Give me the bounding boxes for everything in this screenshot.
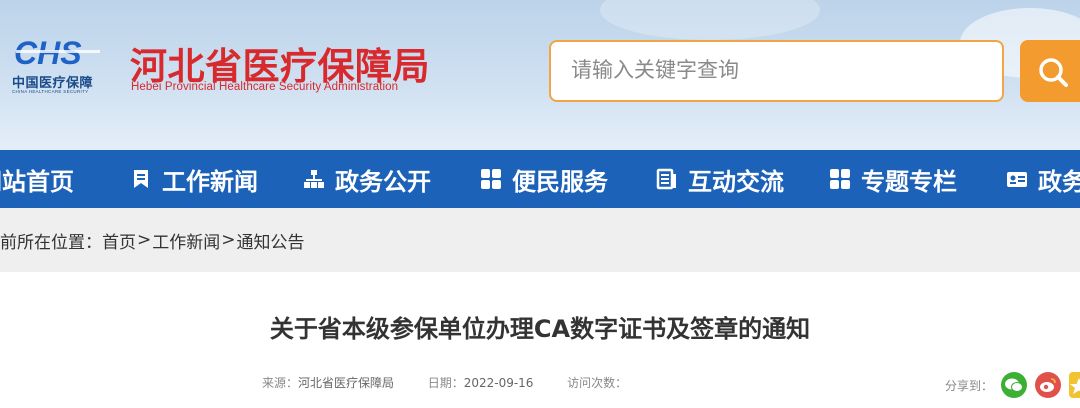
share-bar: 分享到： xyxy=(945,372,1080,398)
id-card-icon xyxy=(1007,172,1027,187)
source-label: 来源： xyxy=(262,376,299,390)
search-icon xyxy=(1039,58,1068,87)
breadcrumb-bar: 前所在位置： 首页 > 工作新闻 > 通知公告 xyxy=(0,208,1080,272)
nav-item-home[interactable]: 网站首页 xyxy=(0,150,74,208)
date-value: 2022-09-16 xyxy=(463,376,534,390)
search-input[interactable] xyxy=(569,58,1002,84)
nav-item-work-news[interactable]: 工作新闻 xyxy=(130,150,258,208)
breadcrumb-link-work-news[interactable]: 工作新闻 xyxy=(152,228,220,253)
nav-item-label: 工作新闻 xyxy=(162,167,258,196)
chs-logo[interactable]: CHS 中国医疗保障 CHINA HEALTHCARE SECURITY xyxy=(12,36,122,98)
main-nav: 网站首页 工作新闻 政务公开 便民服务 xyxy=(0,150,1080,208)
nav-item-services[interactable]: 便民服务 xyxy=(480,150,608,208)
nav-item-label: 互动交流 xyxy=(688,167,784,196)
qzone-share-icon[interactable] xyxy=(1069,372,1080,398)
nav-item-label: 网站首页 xyxy=(0,167,74,196)
org-chart-icon xyxy=(304,170,324,188)
nav-item-interaction[interactable]: 互动交流 xyxy=(656,150,784,208)
search-button[interactable] xyxy=(1020,40,1080,102)
source-value: 河北省医疗保障局 xyxy=(298,376,395,390)
breadcrumb: 前所在位置： 首页 > 工作新闻 > 通知公告 xyxy=(0,208,305,272)
nav-item-label: 专题专栏 xyxy=(861,167,957,196)
document-icon xyxy=(656,168,676,190)
breadcrumb-separator: > xyxy=(137,230,152,250)
article-title: 关于省本级参保单位办理CA数字证书及签章的通知 xyxy=(269,315,811,343)
nav-item-special-topics[interactable]: 专题专栏 xyxy=(829,150,957,208)
breadcrumb-link-home[interactable]: 首页 xyxy=(102,228,136,253)
nav-item-gov-affairs[interactable]: 政务公开 xyxy=(303,150,431,208)
visits-label: 访问次数： xyxy=(567,376,628,390)
article-meta: 来源：河北省医疗保障局 日期：2022-09-16 访问次数： xyxy=(262,374,627,391)
bookmark-icon xyxy=(134,170,148,188)
nav-item-label: 政务公开 xyxy=(335,167,431,196)
nav-item-label: 便民服务 xyxy=(512,167,608,196)
wechat-share-icon[interactable] xyxy=(1001,372,1028,398)
nav-item-gov-partial[interactable]: 政务 xyxy=(1006,150,1080,208)
breadcrumb-prefix: 前所在位置： xyxy=(0,232,102,253)
cloud-decoration xyxy=(600,0,820,40)
grid-icon xyxy=(830,169,850,189)
share-label: 分享到： xyxy=(945,378,994,393)
site-header: CHS 中国医疗保障 CHINA HEALTHCARE SECURITY 河北省… xyxy=(0,0,1080,150)
weibo-share-icon[interactable] xyxy=(1035,372,1062,398)
date-label: 日期： xyxy=(427,376,464,390)
logo-en-text: CHINA HEALTHCARE SECURITY xyxy=(12,89,89,94)
nav-item-label: 政务 xyxy=(1038,167,1080,196)
chs-logo-mark: CHS xyxy=(14,36,100,70)
grid-icon xyxy=(481,169,501,189)
search-box xyxy=(549,40,1004,102)
breadcrumb-link-notices[interactable]: 通知公告 xyxy=(237,228,305,253)
breadcrumb-separator: > xyxy=(221,230,236,250)
site-subtitle: Hebei Provincial Healthcare Security Adm… xyxy=(131,81,399,93)
